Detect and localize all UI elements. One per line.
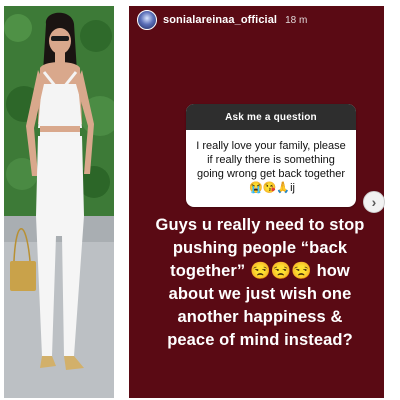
question-sticker-title: Ask me a question [186, 104, 356, 130]
question-sticker-text-block: I really love your family, please if rea… [186, 130, 356, 201]
chevron-right-icon: › [371, 194, 377, 210]
question-sticker-emojis: 😭😘🙏ij [249, 182, 295, 194]
woman-in-white-outfit-image [4, 6, 114, 398]
question-sticker[interactable]: Ask me a question I really love your fam… [186, 104, 356, 207]
story-header: sonialareinaa_official 18 m [129, 6, 384, 34]
profile-photo [4, 6, 114, 398]
question-sticker-text: I really love your family, please if rea… [196, 140, 346, 180]
story-caption: Guys u really need to stop pushing peopl… [155, 216, 365, 349]
story-comparison-frame: sonialareinaa_official 18 m Ask me a que… [0, 0, 400, 400]
username[interactable]: sonialareinaa_official [163, 14, 277, 26]
next-button[interactable]: › [363, 191, 385, 213]
avatar[interactable] [137, 10, 157, 30]
instagram-story: sonialareinaa_official 18 m Ask me a que… [129, 6, 384, 398]
timestamp: 18 m [285, 14, 308, 26]
